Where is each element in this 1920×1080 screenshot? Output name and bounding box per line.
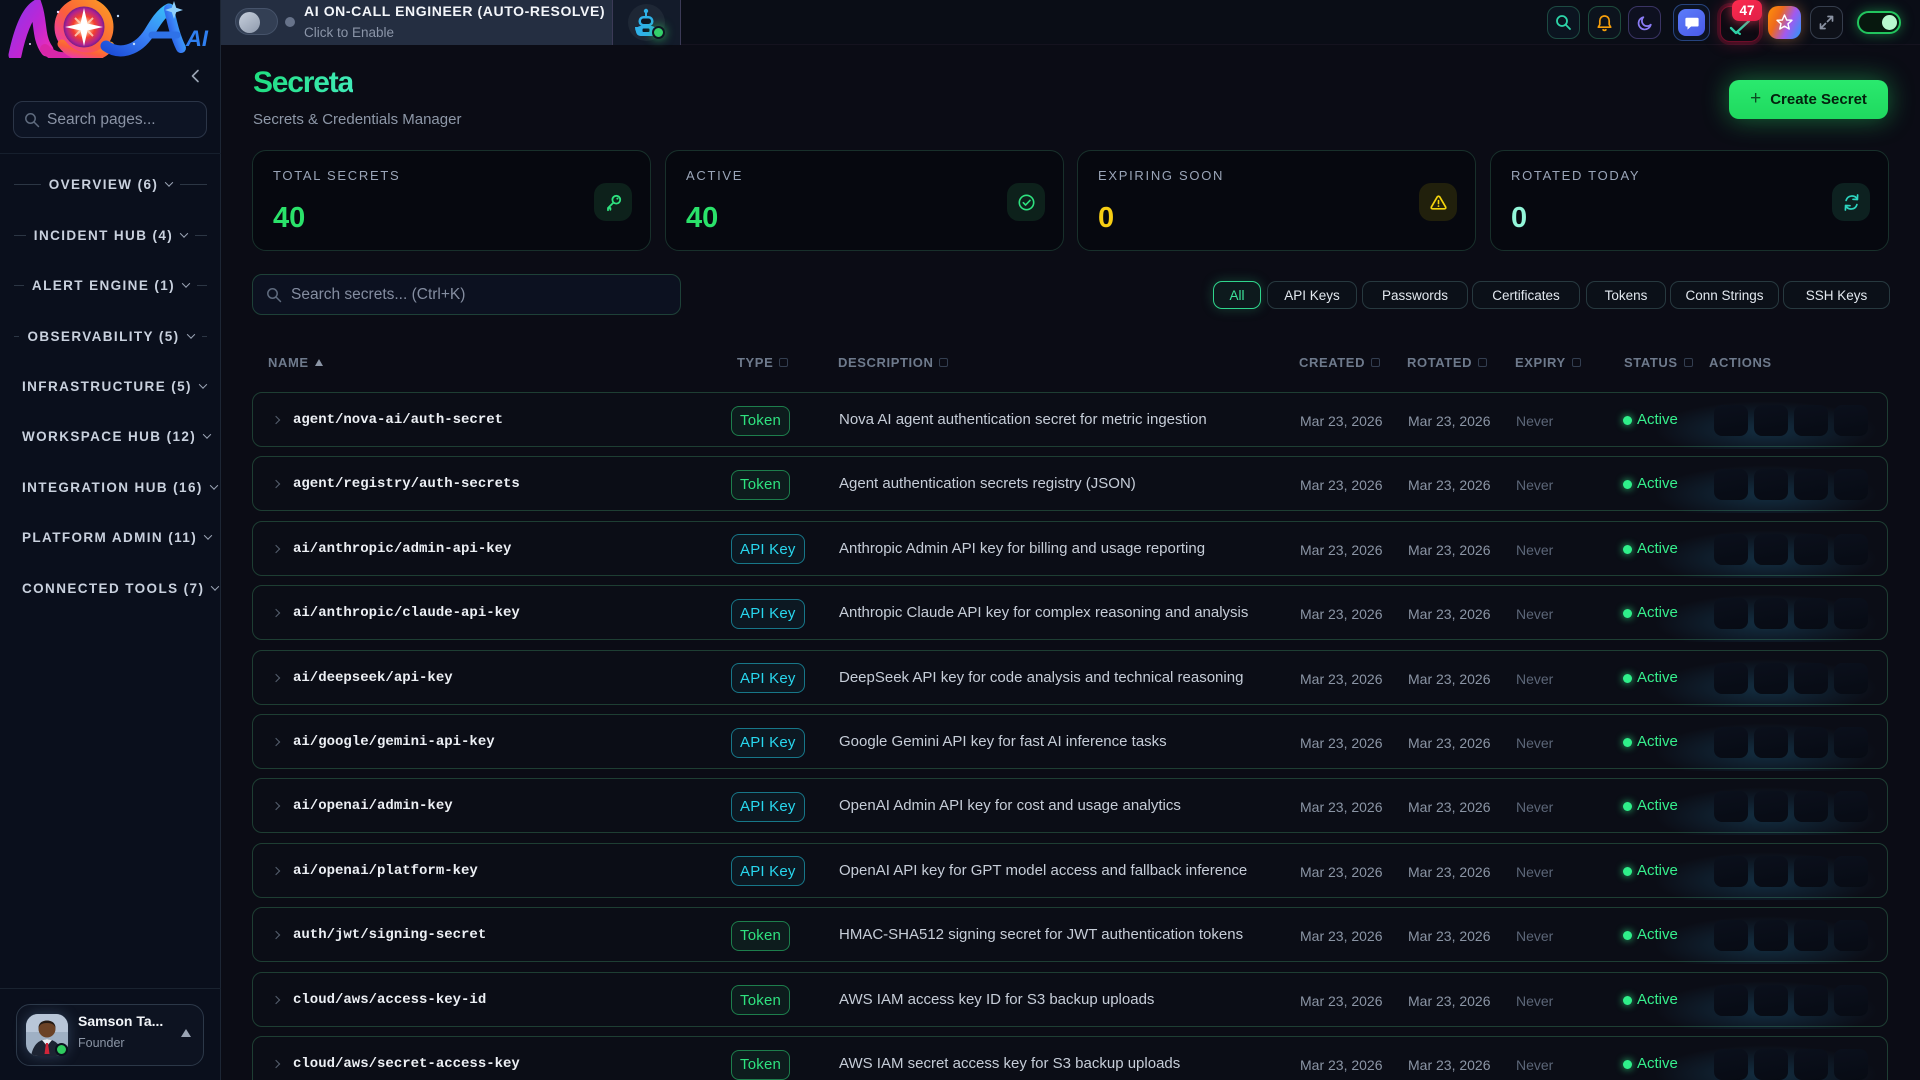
svg-text:AI: AI xyxy=(185,26,209,51)
